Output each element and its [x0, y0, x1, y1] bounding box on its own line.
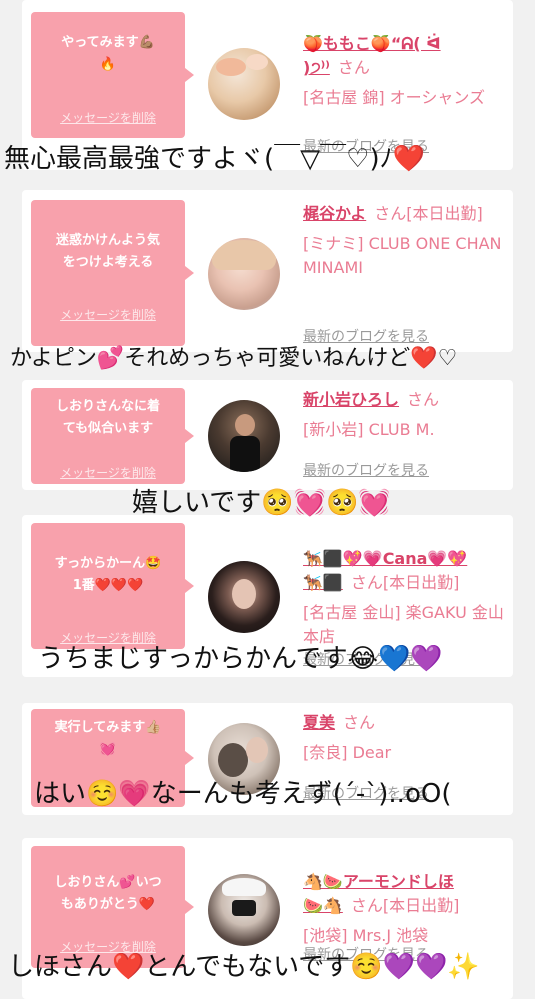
cast-honorific: さん — [407, 390, 440, 409]
shop-name: [新小岩] CLUB M. — [303, 420, 435, 439]
reply-text-overlay: 無心最高最強ですよヾ(￣▽￣♡)ﾉ❤️ — [4, 144, 425, 174]
shop-name: [名古屋 錦] オーシャンズ — [303, 88, 486, 107]
cast-honorific: さん — [337, 58, 370, 77]
cast-name[interactable]: 梶谷かよ — [303, 204, 366, 223]
message-bubble: しおりさんなに着 ても似合います メッセージを削除 — [31, 388, 194, 484]
message-text: やってみます💪🏽 🔥 — [61, 35, 155, 72]
delete-message-link[interactable]: メッセージを削除 — [31, 109, 185, 126]
message-card: 迷惑かけんよう気 をつけよ考える メッセージを削除 梶谷かよ さん[本日出勤] [… — [22, 190, 513, 352]
cast-name-line: 夏美 さん — [303, 711, 508, 735]
cast-info: 🐴🍉アーモンドしほ 🍉🐴 さん[本日出勤] [池袋] Mrs.J 池袋 — [303, 846, 508, 948]
avatar[interactable] — [208, 874, 280, 946]
cast-honorific: さん[本日出勤] — [350, 573, 460, 592]
shop-name: [ミナミ] CLUB ONE CHAN MINAMI — [303, 234, 502, 277]
avatar[interactable] — [208, 238, 280, 310]
reply-text-overlay: うちまじすっからかんです😂💙💜 — [38, 644, 443, 674]
message-card: しおりさんなに着 ても似合います メッセージを削除 新小岩ひろし さん [新小岩]… — [22, 380, 513, 490]
cast-name-line: 🍑ももこ🍑“ᕱ( ᐛ )੭⁾⁾ さん — [303, 8, 508, 80]
cast-name-line: 🐴🍉アーモンドしほ 🍉🐴 さん[本日出勤] — [303, 846, 508, 918]
cast-name[interactable]: 夏美 — [303, 713, 335, 732]
reply-text-overlay: かよピン💕それめっちゃ可愛いねんけど❤️♡ — [10, 346, 458, 371]
cast-honorific: さん[本日出勤] — [350, 896, 460, 915]
reply-text-overlay: 嬉しいです🥺💓🥺💓 — [132, 488, 391, 518]
avatar[interactable] — [208, 48, 280, 120]
cast-info: 🍑ももこ🍑“ᕱ( ᐛ )੭⁾⁾ さん [名古屋 錦] オーシャンズ — [303, 8, 508, 110]
shop-name: [奈良] Dear — [303, 743, 392, 762]
message-text: しおりさん💕いつ もありがとう❤️ — [54, 875, 162, 912]
avatar[interactable] — [208, 561, 280, 633]
delete-message-link[interactable]: メッセージを削除 — [31, 306, 185, 323]
cast-info: 🐕‍🦺⬛💖💗Cana💗💖 🐕‍🦺⬛ さん[本日出勤] [名古屋 金山] 楽GAKU… — [303, 523, 508, 649]
cast-name-line: 🐕‍🦺⬛💖💗Cana💗💖 🐕‍🦺⬛ さん[本日出勤] — [303, 523, 508, 595]
cast-info: 梶谷かよ さん[本日出勤] [ミナミ] CLUB ONE CHAN MINAMI — [303, 202, 508, 280]
message-bubble: 迷惑かけんよう気 をつけよ考える メッセージを削除 — [31, 200, 194, 346]
cast-name[interactable]: 🍑ももこ🍑“ᕱ( ᐛ )੭⁾⁾ — [303, 34, 441, 77]
avatar[interactable] — [208, 400, 280, 472]
message-text: しおりさんなに着 ても似合います — [55, 399, 160, 436]
cast-name-line: 新小岩ひろし さん — [303, 388, 508, 412]
message-text: 迷惑かけんよう気 をつけよ考える — [55, 233, 160, 270]
reply-text-overlay: はい☺️💗なーんも考えず(´-`)..oO( — [34, 779, 452, 809]
reply-text-overlay: しほさん❤️とんでもないです☺️💜💜✨ — [8, 952, 480, 982]
message-text: すっからかーん🤩 1番❤️❤️❤️ — [54, 556, 162, 593]
delete-message-link[interactable]: メッセージを削除 — [31, 464, 185, 481]
message-bubble: すっからかーん🤩 1番❤️❤️❤️ メッセージを削除 — [31, 523, 194, 649]
cast-name[interactable]: 新小岩ひろし — [303, 390, 399, 409]
cast-info: 新小岩ひろし さん [新小岩] CLUB M. — [303, 388, 508, 442]
message-text: 実行してみます👍🏼 💓 — [54, 720, 162, 757]
cast-info: 夏美 さん [奈良] Dear — [303, 711, 508, 765]
cast-honorific: さん — [343, 713, 376, 732]
cast-name-line: 梶谷かよ さん[本日出勤] — [303, 202, 508, 226]
message-bubble: やってみます💪🏽 🔥 メッセージを削除 — [31, 12, 194, 138]
latest-blog-link[interactable]: 最新のブログを見る — [303, 460, 429, 480]
cast-honorific: さん[本日出勤] — [374, 204, 483, 223]
